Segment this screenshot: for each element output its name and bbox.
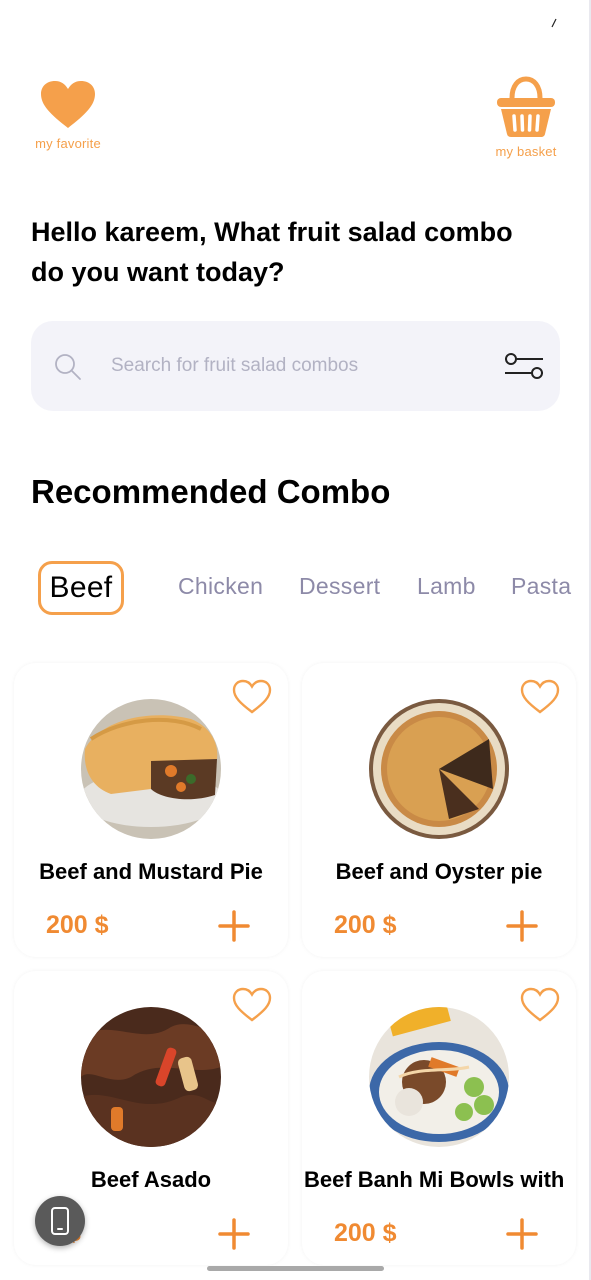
filter-icon[interactable] [503, 352, 545, 380]
add-icon[interactable] [217, 1217, 251, 1251]
floating-overlay-button[interactable] [35, 1196, 85, 1246]
product-name: Beef and Mustard Pie [39, 859, 263, 884]
add-icon[interactable] [505, 1217, 539, 1251]
greeting-heading: Hello kareem, What fruit salad combo do … [31, 217, 513, 287]
food-image [369, 699, 509, 839]
product-price: 200 $ [334, 1219, 397, 1247]
food-image [81, 699, 221, 839]
tab-beef[interactable]: Beef [38, 561, 124, 615]
add-icon[interactable] [505, 909, 539, 943]
favorite-heart-icon[interactable] [232, 679, 272, 715]
favorites-button[interactable]: my favorite [28, 80, 108, 151]
product-price: 200 $ [46, 911, 109, 939]
search-bar[interactable] [31, 321, 560, 411]
tab-dessert[interactable]: Dessert [299, 573, 380, 600]
product-price: 200 $ [334, 911, 397, 939]
tab-pasta[interactable]: Pasta [511, 573, 571, 600]
search-icon [55, 354, 81, 380]
favorite-heart-icon[interactable] [520, 679, 560, 715]
phone-icon [51, 1207, 69, 1235]
basket-button[interactable]: my basket [488, 74, 564, 159]
basket-label: my basket [495, 144, 557, 159]
search-input[interactable] [111, 346, 491, 386]
product-card[interactable]: Beef and Mustard Pie 200 $ [14, 663, 288, 957]
food-image [369, 1007, 509, 1147]
home-indicator[interactable] [207, 1266, 384, 1271]
heart-icon [41, 81, 95, 128]
favorite-heart-icon[interactable] [520, 987, 560, 1023]
product-name: Beef Asado [90, 1167, 212, 1192]
product-name: Beef Banh Mi Bowls with [304, 1167, 565, 1192]
favorite-heart-icon[interactable] [232, 987, 272, 1023]
favorites-label: my favorite [35, 136, 101, 151]
product-card[interactable]: Beef Banh Mi Bowls with 200 $ [302, 971, 576, 1265]
tab-lamb[interactable]: Lamb [417, 573, 476, 600]
basket-icon [497, 76, 555, 137]
section-title: Recommended Combo [31, 473, 391, 510]
tab-chicken[interactable]: Chicken [178, 573, 263, 600]
product-card[interactable]: Beef and Oyster pie 200 $ [302, 663, 576, 957]
product-name: Beef and Oyster pie [335, 859, 543, 884]
food-image [81, 1007, 221, 1147]
add-icon[interactable] [217, 909, 251, 943]
status-indicator [551, 18, 557, 28]
